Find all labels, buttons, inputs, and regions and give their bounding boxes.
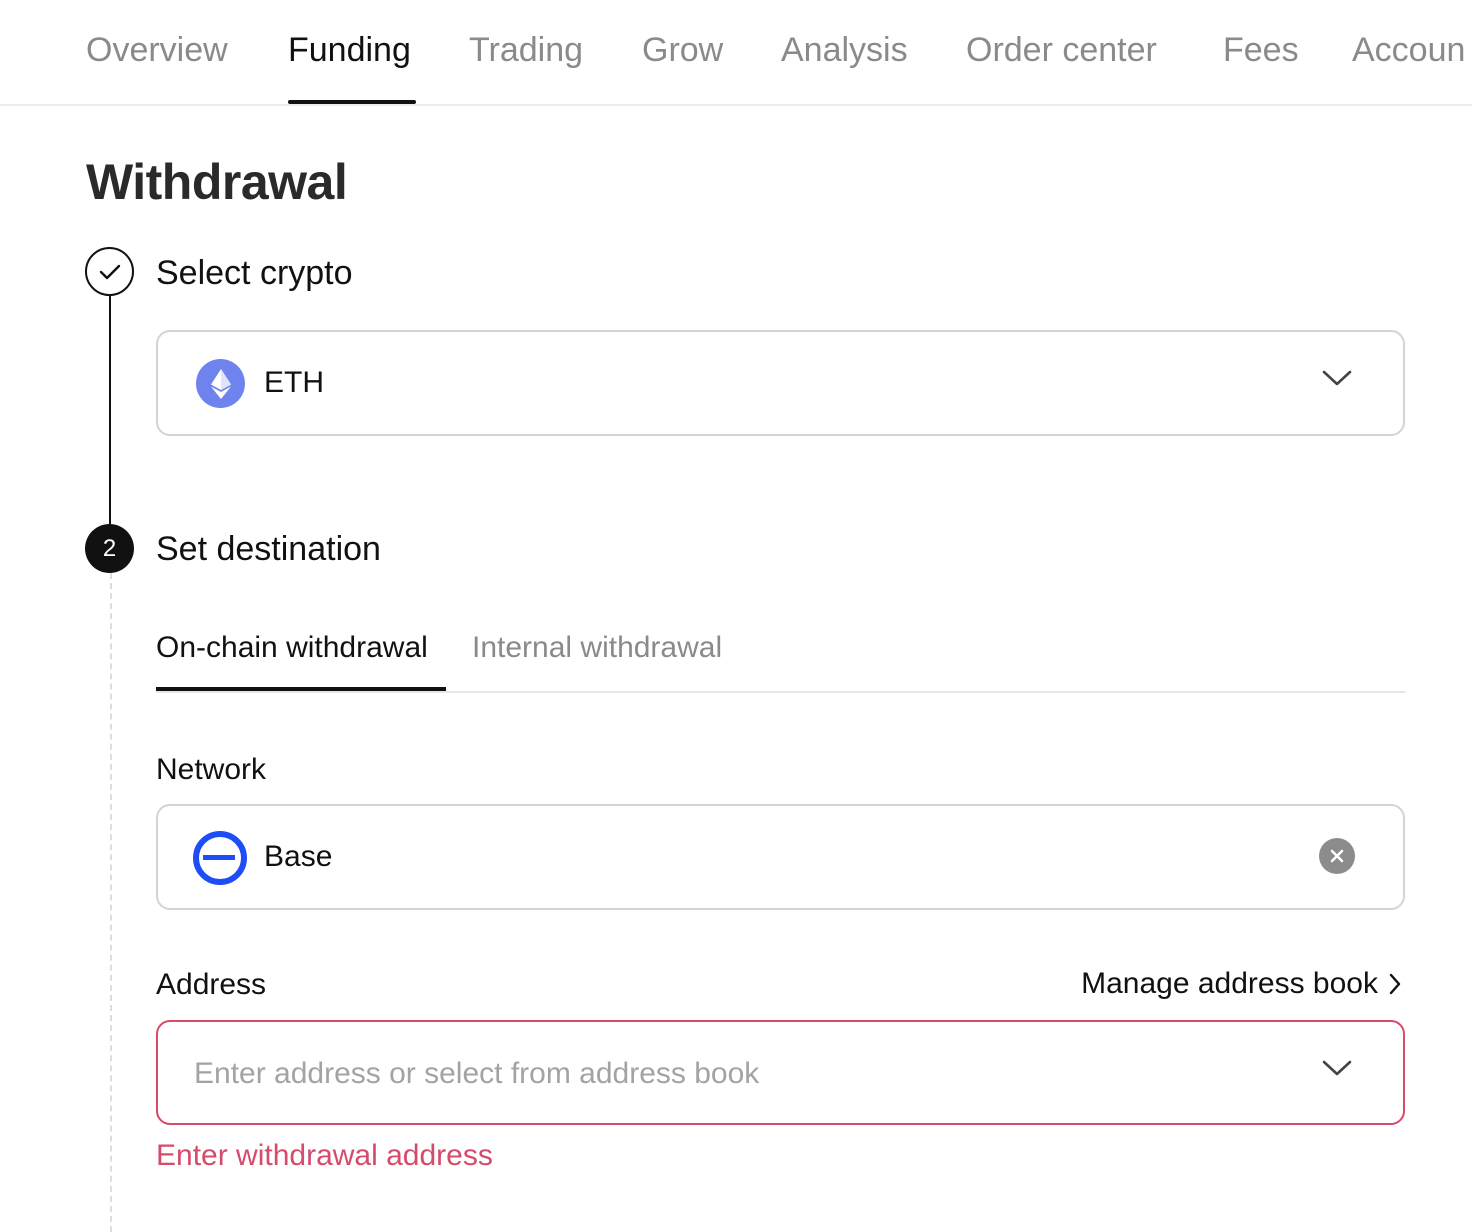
step-completed-indicator	[85, 247, 134, 296]
address-label: Address	[156, 968, 267, 1001]
close-icon	[1330, 849, 1344, 863]
step-number-badge: 2	[85, 524, 134, 573]
active-tab-indicator	[288, 100, 416, 104]
checkmark-icon	[99, 264, 120, 279]
tab-on-chain-withdrawal[interactable]: On-chain withdrawal	[156, 626, 428, 670]
step-title-select-crypto: Select crypto	[156, 254, 353, 292]
selected-network: Base	[264, 840, 333, 873]
page-title: Withdrawal	[86, 154, 348, 210]
active-subtab-indicator	[156, 687, 446, 691]
manage-address-book-label: Manage address book	[1081, 967, 1378, 1000]
tab-funding[interactable]: Funding	[288, 28, 411, 72]
withdrawal-type-tabs: On-chain withdrawal Internal withdrawal	[156, 626, 1405, 693]
crypto-select[interactable]: ETH	[156, 330, 1405, 436]
tab-trading[interactable]: Trading	[469, 28, 583, 72]
chevron-right-icon	[1389, 973, 1401, 995]
network-select[interactable]: Base	[156, 804, 1405, 910]
address-field	[156, 1020, 1405, 1125]
manage-address-book-link[interactable]: Manage address book	[1081, 964, 1402, 1004]
tab-overview[interactable]: Overview	[86, 28, 228, 72]
address-input[interactable]	[194, 1052, 1294, 1096]
selected-crypto: ETH	[264, 366, 324, 399]
base-network-icon	[193, 831, 247, 885]
tab-order-center[interactable]: Order center	[966, 28, 1157, 72]
chevron-down-icon[interactable]	[1321, 1058, 1353, 1078]
tab-account[interactable]: Accoun	[1352, 28, 1465, 72]
tab-grow[interactable]: Grow	[642, 28, 723, 72]
tab-fees[interactable]: Fees	[1223, 28, 1299, 72]
step-connector-dashed	[110, 573, 112, 1232]
top-navigation: Overview Funding Trading Grow Analysis O…	[0, 0, 1472, 106]
tab-analysis[interactable]: Analysis	[781, 28, 908, 72]
chevron-down-icon	[1322, 370, 1352, 386]
clear-network-button[interactable]	[1319, 838, 1355, 874]
step-title-set-destination: Set destination	[156, 530, 381, 568]
step-connector-line	[109, 296, 111, 524]
eth-icon	[196, 359, 245, 408]
network-label: Network	[156, 753, 267, 786]
address-error-message: Enter withdrawal address	[156, 1139, 493, 1172]
tab-internal-withdrawal[interactable]: Internal withdrawal	[472, 626, 722, 670]
